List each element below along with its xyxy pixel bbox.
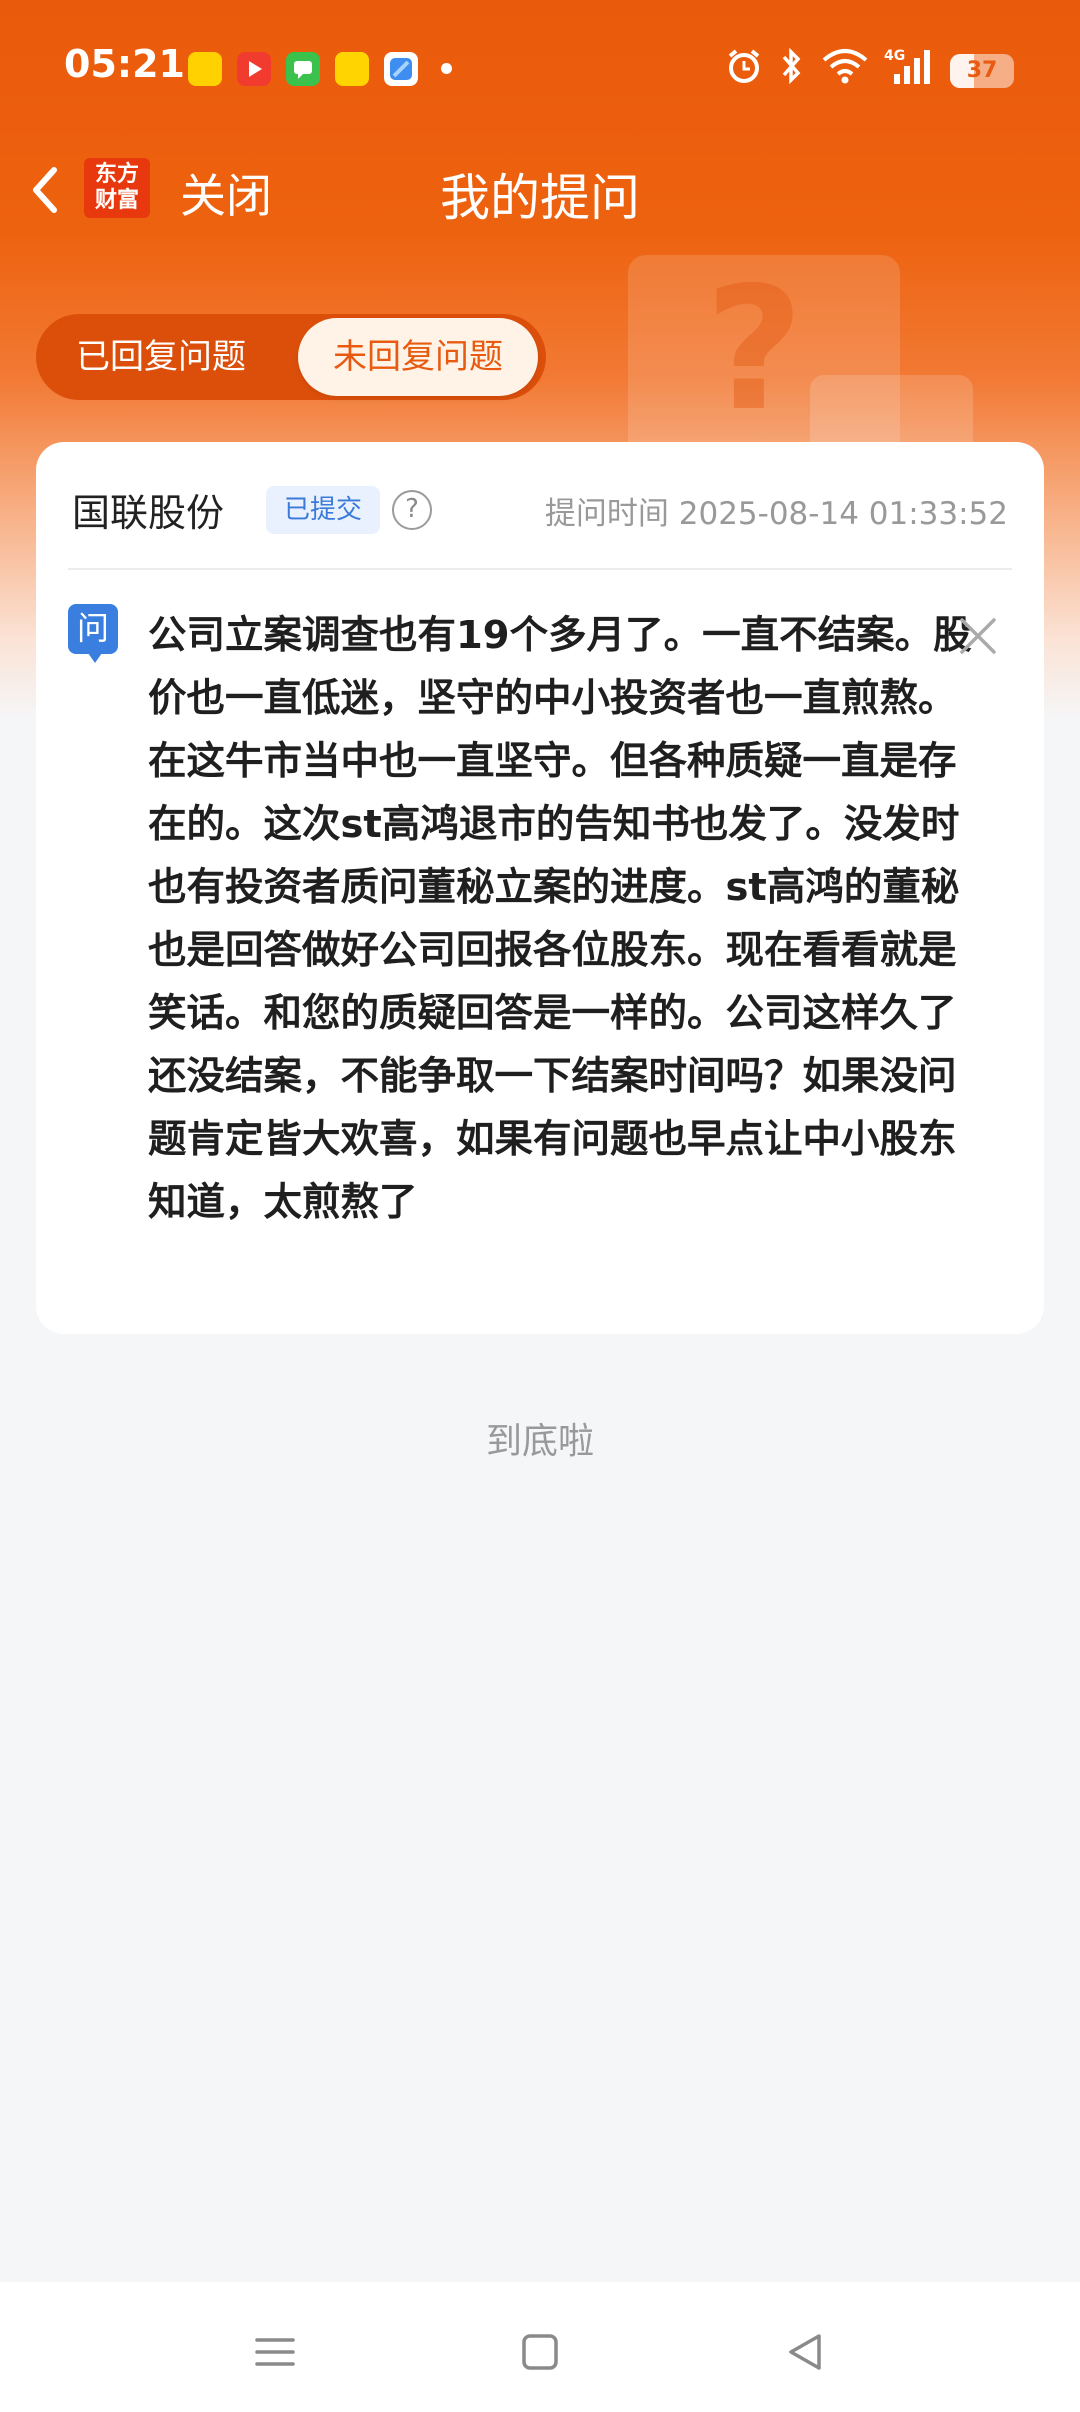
blue-app-icon [384,52,418,86]
tab-answered[interactable]: 已回复问题 [36,314,286,400]
battery-percent: 37 [966,58,998,83]
meituan-app-icon [188,52,222,86]
messages-app-icon [286,52,320,86]
divider [68,568,1012,570]
alarm-icon [724,46,764,95]
back-nav-button[interactable] [777,2322,837,2382]
video-app-icon [237,52,271,86]
status-bar: 05:21 4G 37 [0,0,1080,140]
battery-indicator: 37 [950,54,1014,88]
more-notifications-dot [441,63,452,74]
page: ? 05:21 4G 37 东方 财富 关闭 我的提问 已回复问题 未回复问题 … [0,0,1080,2412]
yellow-app-icon [335,52,369,86]
system-navigation-bar [0,2282,1080,2412]
end-of-list-text: 到底啦 [485,1421,594,1462]
home-button[interactable] [510,2322,570,2382]
question-card: 国联股份 已提交 ? 提问时间 2025-08-14 01:33:52 问 公司… [36,442,1044,1334]
back-triangle-icon [789,2334,821,2370]
question-text: 公司立案调查也有19个多月了。一直不结案。股价也一直低迷，坚守的中小投资者也一直… [148,613,972,1225]
bluetooth-icon [776,46,806,95]
page-title: 我的提问 [440,169,640,227]
company-name[interactable]: 国联股份 [72,482,224,537]
help-icon[interactable]: ? [392,490,432,530]
menu-button[interactable] [245,2322,305,2382]
wifi-icon [820,46,870,95]
status-badge: 已提交 [266,486,380,534]
ask-time: 提问时间 2025-08-14 01:33:52 [544,496,1008,532]
tab-unanswered[interactable]: 未回复问题 [298,318,538,396]
close-icon [960,618,996,654]
question-tabs: 已回复问题 未回复问题 [36,314,546,400]
status-time: 05:21 [64,42,185,86]
cellular-signal-icon: 4G [884,46,934,97]
delete-question-button[interactable] [956,614,1000,658]
home-square-icon [522,2334,558,2370]
menu-icon [255,2338,295,2366]
question-mark-illustration: ? [705,251,804,449]
question-tag-icon: 问 [68,604,118,663]
network-type-label: 4G [884,48,905,64]
